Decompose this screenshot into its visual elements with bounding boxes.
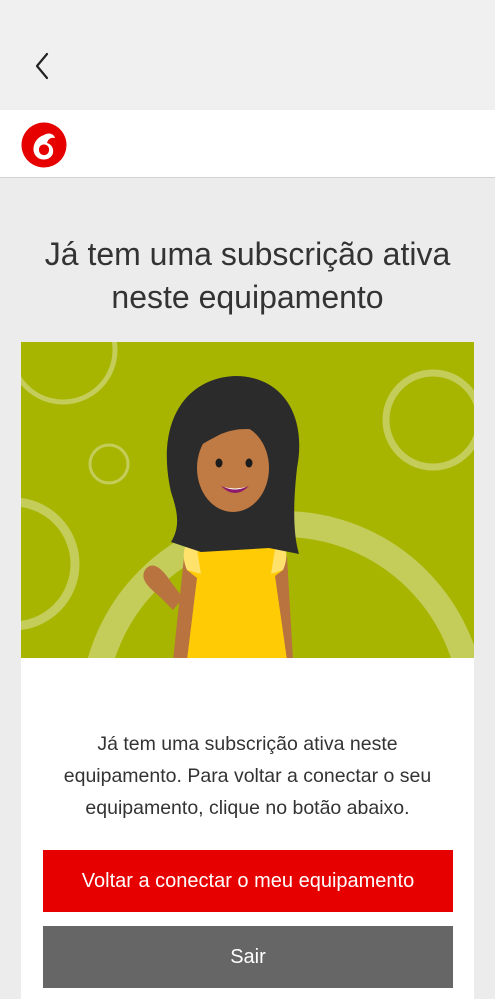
vodafone-logo xyxy=(21,122,67,168)
page-heading: Já tem uma subscrição ativa neste equipa… xyxy=(44,236,451,315)
back-button[interactable] xyxy=(22,44,62,88)
reconnect-button[interactable]: Voltar a conectar o meu equipamento xyxy=(43,850,453,912)
chevron-left-icon xyxy=(35,52,49,80)
hero-illustration xyxy=(21,342,474,658)
content-card: Já tem uma subscrição ativa neste equipa… xyxy=(21,342,474,999)
top-navigation-bar xyxy=(0,0,495,110)
message-text: Já tem uma subscrição ativa neste equipa… xyxy=(63,733,432,819)
brand-header xyxy=(0,110,495,178)
exit-button[interactable]: Sair xyxy=(43,926,453,988)
woman-waving-illustration xyxy=(21,342,474,658)
